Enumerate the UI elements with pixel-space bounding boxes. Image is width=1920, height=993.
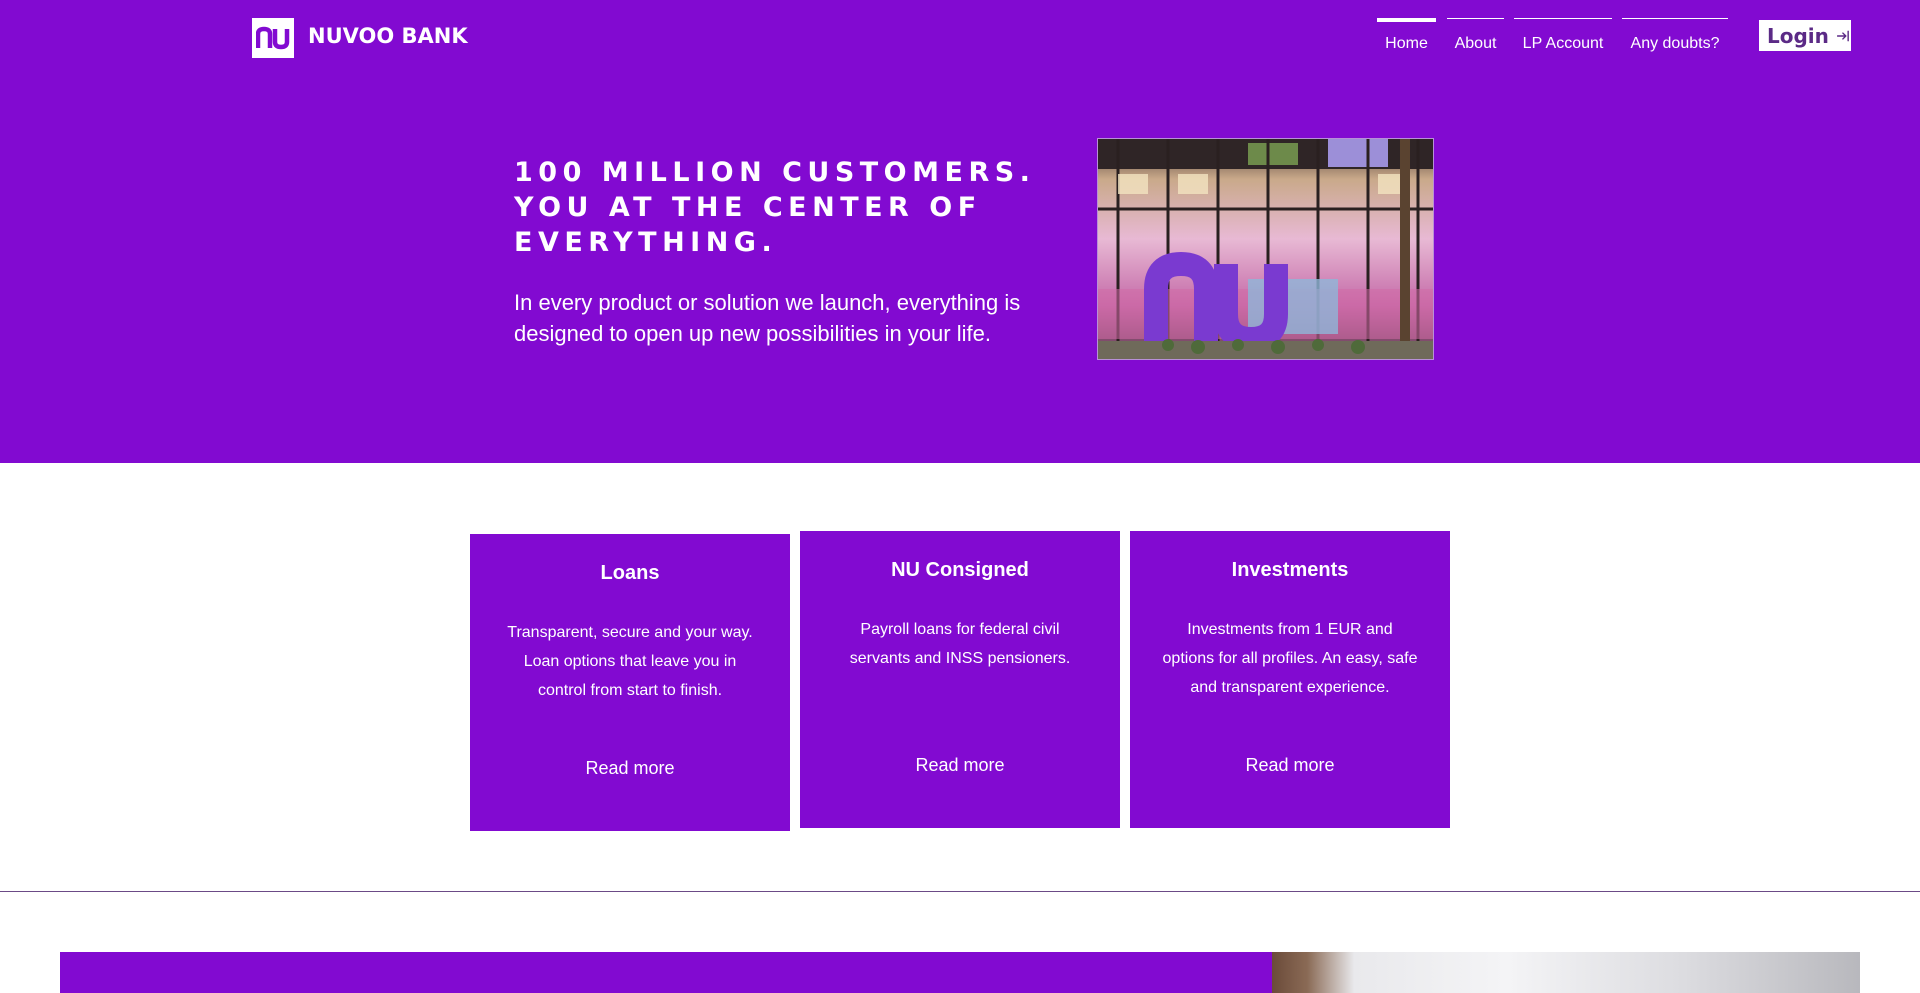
nav-home[interactable]: Home <box>1377 18 1436 58</box>
card-description: Transparent, secure and your way. Loan o… <box>507 624 753 699</box>
card-title: Investments <box>1231 559 1349 581</box>
arrow-right-to-bracket-icon <box>1836 30 1849 41</box>
card-title: Loans <box>600 562 660 584</box>
read-more-link[interactable]: Read more <box>470 758 790 779</box>
card-nu-consigned: NU Consigned Payroll loans for federal c… <box>800 531 1120 828</box>
login-label: Login <box>1767 23 1829 48</box>
login-button[interactable]: Login <box>1759 20 1851 51</box>
nav-about[interactable]: About <box>1447 18 1504 58</box>
read-more-link[interactable]: Read more <box>800 755 1120 776</box>
main-nav: Home About LP Account Any doubts? <box>0 18 1920 58</box>
card-description: Investments from 1 EUR and options for a… <box>1162 621 1418 696</box>
promo-band <box>60 952 1272 993</box>
hero-text: In every product or solution we launch, … <box>514 290 1021 346</box>
card-loans: Loans Transparent, secure and your way. … <box>470 534 790 831</box>
nav-lp-account[interactable]: LP Account <box>1514 18 1612 58</box>
hero-title: 100 MILLION CUSTOMERS. YOU AT THE CENTER… <box>514 157 1036 258</box>
hero-photo-nu-building <box>1097 138 1434 360</box>
card-title: NU Consigned <box>891 559 1029 581</box>
nav-any-doubts[interactable]: Any doubts? <box>1622 18 1728 58</box>
promo-photo <box>1272 952 1860 993</box>
card-investments: Investments Investments from 1 EUR and o… <box>1130 531 1450 828</box>
read-more-link[interactable]: Read more <box>1130 755 1450 776</box>
hero-section: NUVOO BANK Home About LP Account Any dou… <box>0 0 1920 463</box>
card-description: Payroll loans for federal civil servants… <box>849 621 1071 667</box>
section-divider <box>0 891 1920 892</box>
